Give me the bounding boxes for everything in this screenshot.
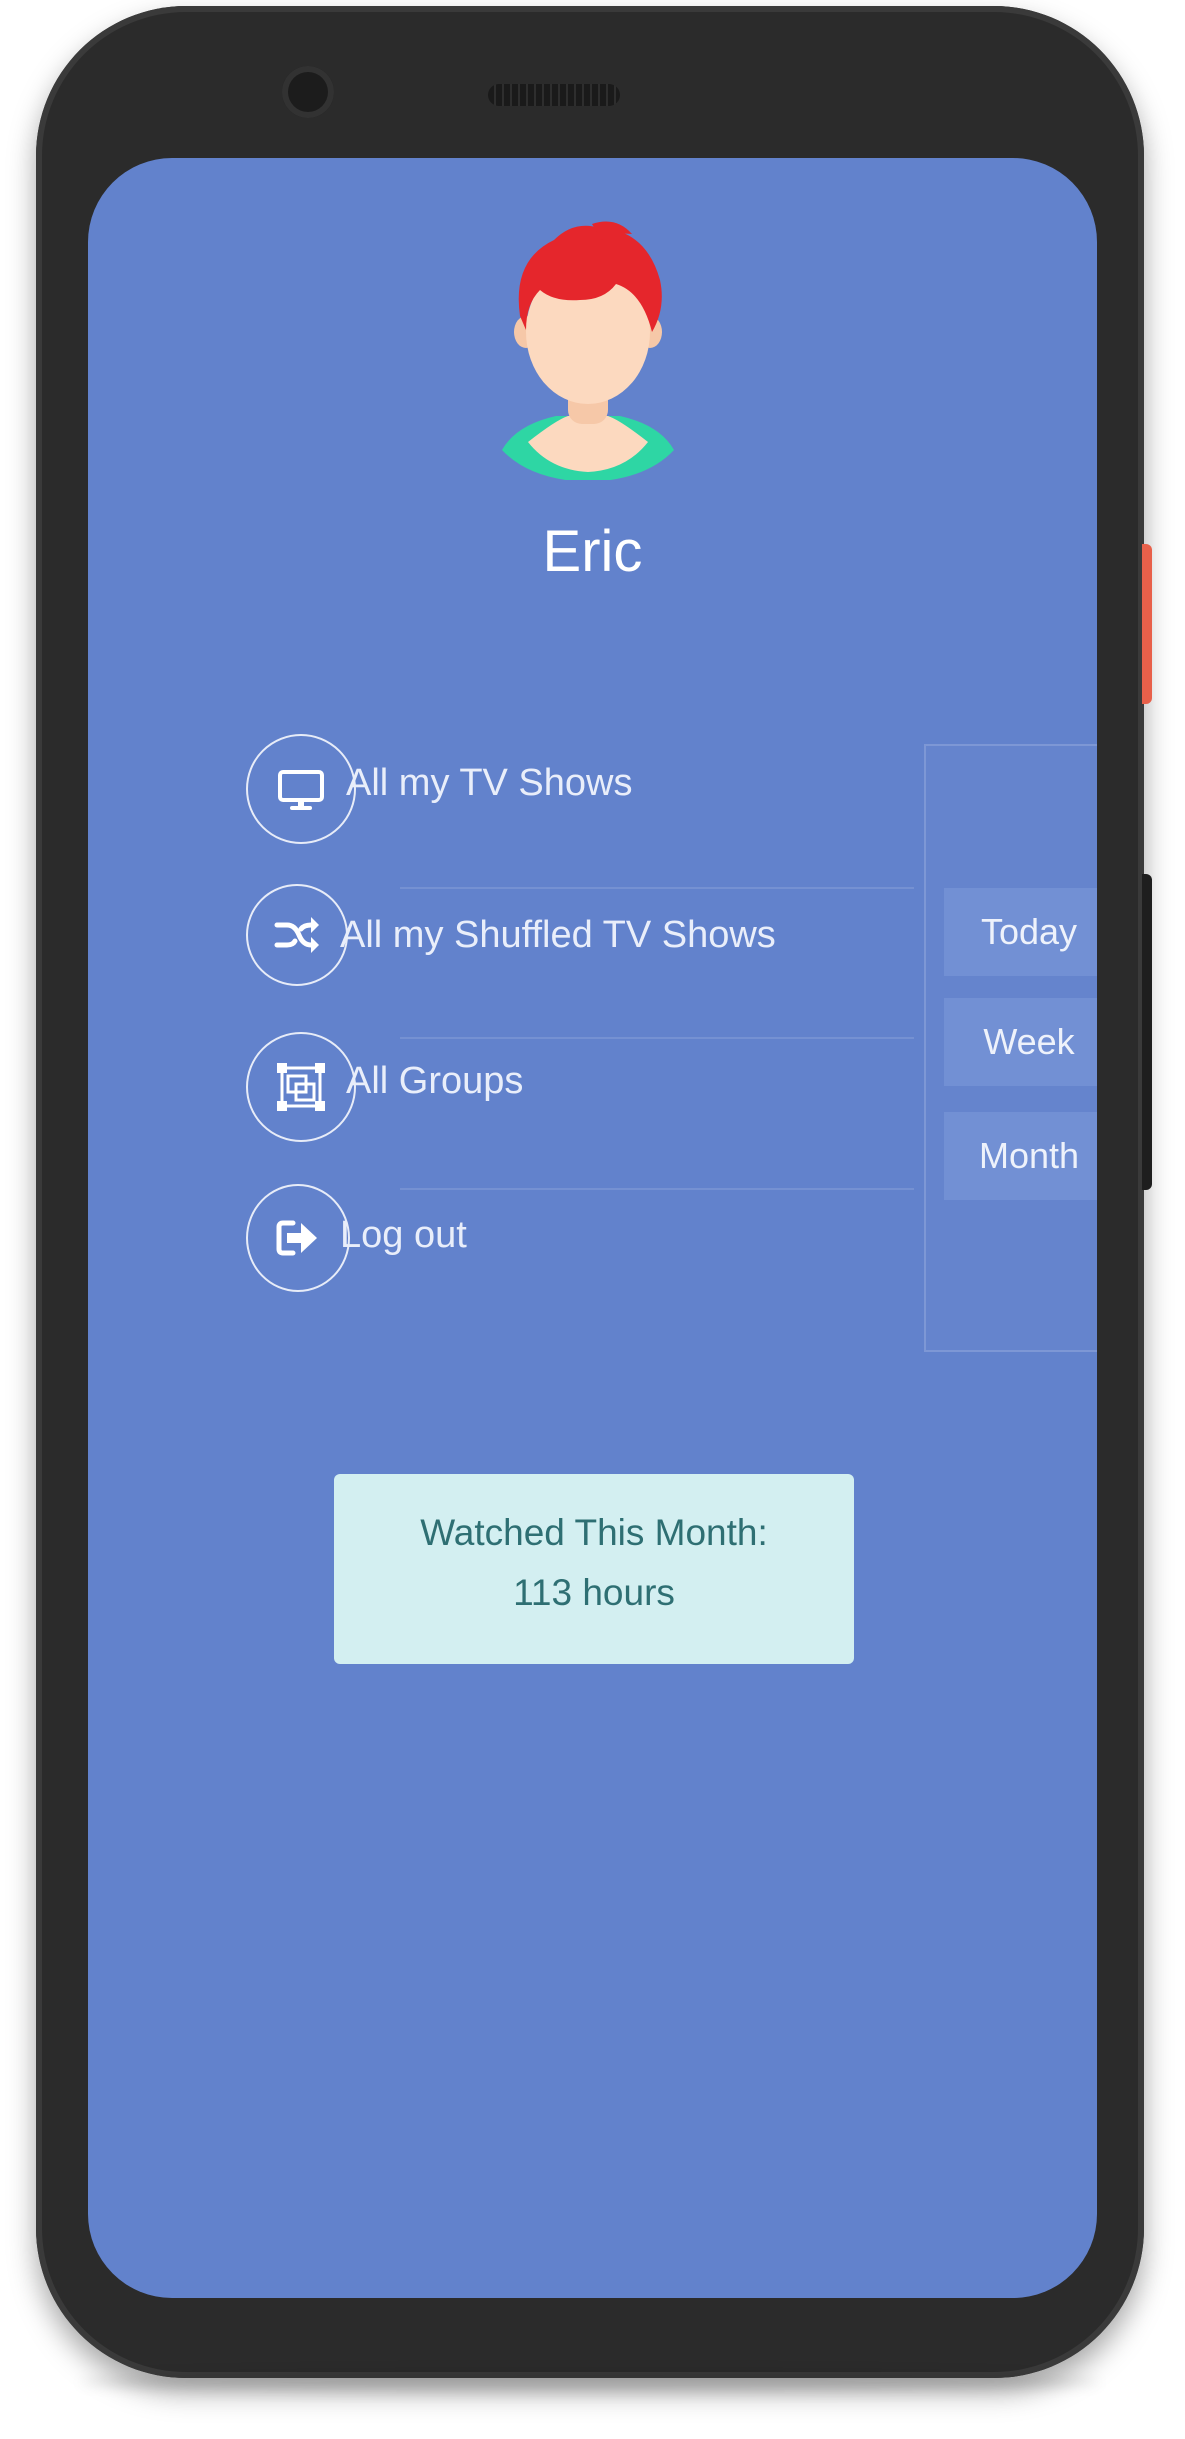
menu-item-label: All Groups [346,1060,524,1102]
power-button[interactable] [1142,544,1152,704]
shuffle-icon [246,884,348,986]
menu-item-label: Log out [340,1214,467,1256]
groups-icon [246,1032,356,1142]
front-camera [282,66,334,118]
period-button-month[interactable]: Month [944,1112,1097,1200]
watched-stats-box: Watched This Month: 113 hours [334,1474,854,1664]
period-button-week[interactable]: Week [944,998,1097,1086]
phone-shadow [80,2372,1100,2392]
menu-item-shuffled-tv-shows[interactable]: All my Shuffled TV Shows [246,884,946,996]
menu-item-all-groups[interactable]: All Groups [246,1032,946,1144]
menu-item-label: All my TV Shows [346,762,633,804]
menu-item-tv-shows[interactable]: All my TV Shows [246,734,946,846]
logout-icon [246,1184,350,1292]
menu-item-logout[interactable]: Log out [246,1184,946,1296]
app-screen: Eric All my TV Shows All my Shuffled TV … [88,158,1097,2298]
menu-item-label: All my Shuffled TV Shows [340,914,776,956]
period-button-today[interactable]: Today [944,888,1097,976]
stats-value: 113 hours [513,1572,675,1613]
stats-label: Watched This Month: [420,1512,768,1553]
tv-icon [246,734,356,844]
avatar [502,221,674,480]
earpiece-speaker [488,84,620,106]
profile-name: Eric [542,519,643,584]
volume-button[interactable] [1142,874,1152,1190]
